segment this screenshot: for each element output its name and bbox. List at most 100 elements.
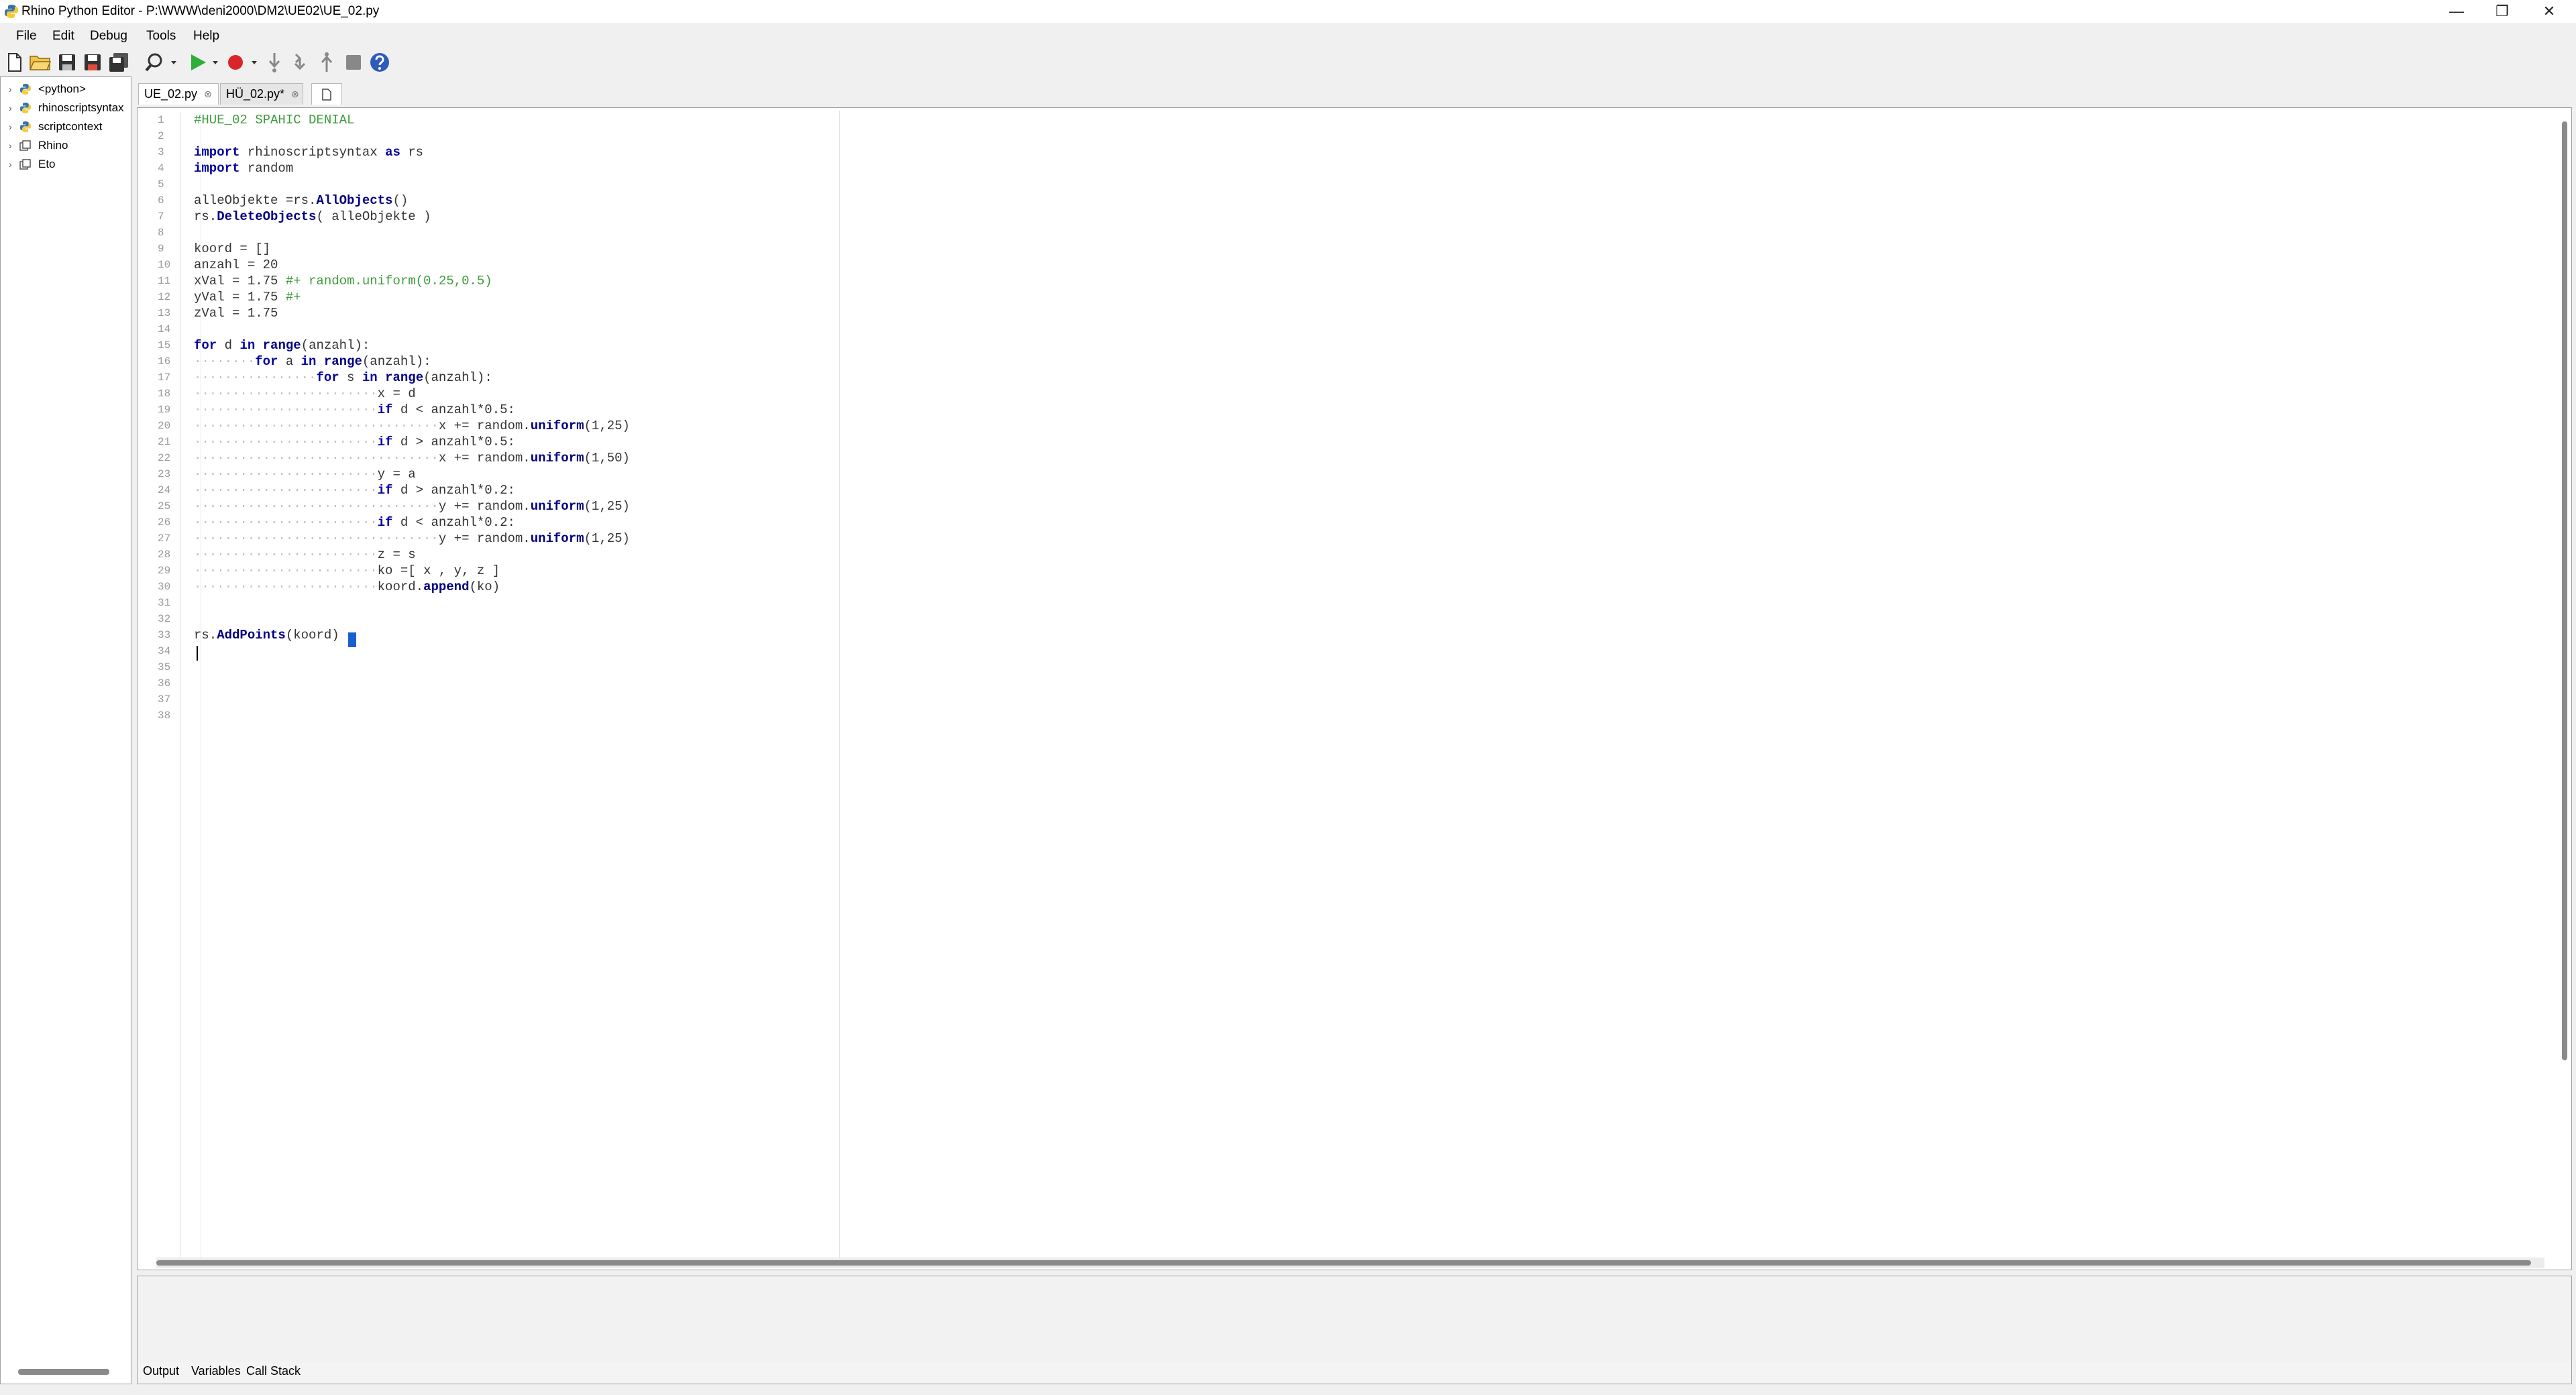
close-tab-icon[interactable]: ⊗ [204,89,212,100]
line-number: 14 [158,323,171,335]
selection-highlight [348,632,356,647]
output-panel: Output Variables Call Stack [137,1276,2572,1384]
new-tab-button[interactable] [311,83,342,105]
line-number: 35 [158,661,171,673]
code-line[interactable]: import rhinoscriptsyntax as rs [194,144,423,160]
tab-label: UE_02.py [144,87,198,101]
code-line[interactable]: ························if d < anzahl*0.… [194,402,515,418]
code-area[interactable]: #HUE_02 SPAHIC DENIAL import rhinoscripts… [194,112,2206,1259]
new-file-icon[interactable] [4,51,25,74]
line-number: 20 [158,420,171,432]
code-line[interactable]: zVal = 1.75 [194,305,278,321]
chevron-right-icon[interactable]: › [9,121,19,132]
line-number: 9 [158,243,164,255]
code-line[interactable]: yVal = 1.75 #+ [194,289,301,305]
tree-horizontal-scrollbar[interactable] [1,1366,131,1378]
tree-scroll-thumb[interactable] [18,1369,109,1375]
find-icon[interactable] [144,51,178,74]
code-line[interactable]: ························ko =[ x , y, z ] [194,563,500,579]
tree-item-python[interactable]: › <python> [9,81,86,97]
line-number: 37 [158,693,171,706]
chevron-right-icon[interactable]: › [9,84,19,95]
code-line[interactable]: ························if d > anzahl*0.… [194,482,515,498]
vertical-scroll-thumb[interactable] [2562,121,2567,1060]
python-app-icon [4,4,19,19]
code-line[interactable]: for d in range(anzahl): [194,337,370,353]
code-line[interactable]: ································y += ran… [194,531,630,547]
code-line[interactable]: ························koord.append(ko) [194,579,500,595]
title-bar: Rhino Python Editor - P:\WWW\deni2000\DM… [0,0,2576,23]
maximize-button[interactable]: ❐ [2479,0,2525,23]
tab-ue-02[interactable]: UE_02.py ⊗ [138,83,219,105]
editor-vertical-scrollbar[interactable] [2561,121,2569,1255]
menu-help[interactable]: Help [193,28,219,44]
minimize-button[interactable]: — [2434,0,2479,23]
chevron-right-icon[interactable]: › [9,140,19,151]
close-tab-icon[interactable]: ⊗ [291,89,299,100]
tree-item-scriptcontext[interactable]: › scriptcontext [9,119,102,135]
code-line[interactable]: ········for a in range(anzahl): [194,353,431,370]
code-line[interactable]: ································x += ran… [194,418,630,434]
stop-icon[interactable] [342,51,365,74]
run-icon[interactable] [188,51,221,74]
code-line[interactable]: import random [194,160,293,176]
line-number: 26 [158,516,171,528]
line-number: 6 [158,194,164,207]
tree-item-eto[interactable]: › Eto [9,156,56,172]
menu-tools[interactable]: Tools [146,28,176,44]
code-editor[interactable]: 1 2 3 4 5 6 7 8 9 10 11 12 13 14 15 16 17 18 19 20 21 22 23 24 2… [137,107,2572,1270]
chevron-right-icon[interactable]: › [9,103,19,113]
close-window-button[interactable]: ✕ [2526,0,2572,23]
code-line[interactable]: ························y = a [194,466,416,482]
line-number: 22 [158,452,171,464]
line-number: 23 [158,468,171,480]
save-all-icon[interactable] [107,51,130,74]
tab-output[interactable]: Output [143,1363,179,1378]
code-line[interactable]: ························x = d [194,386,416,402]
code-line[interactable]: rs.DeleteObjects( alleObjekte ) [194,209,431,225]
menu-debug[interactable]: Debug [90,28,127,44]
code-line[interactable]: ························if d < anzahl*0.… [194,514,515,531]
menu-file[interactable]: File [16,28,37,44]
record-breakpoint-icon[interactable] [225,51,260,74]
code-line[interactable]: ························z = s [194,547,416,563]
code-line[interactable]: ································x += ran… [194,450,630,466]
code-line[interactable]: ················for s in range(anzahl): [194,370,492,386]
code-line[interactable]: ························if d > anzahl*0.… [194,434,515,450]
tab-call-stack[interactable]: Call Stack [246,1363,301,1378]
help-icon[interactable] [368,51,392,74]
code-line[interactable]: #HUE_02 SPAHIC DENIAL [194,112,354,128]
tab-variables[interactable]: Variables [191,1363,241,1378]
code-line[interactable]: alleObjekte =rs.AllObjects() [194,192,408,209]
step-over-icon[interactable] [290,51,310,74]
line-number: 25 [158,500,171,512]
save-icon[interactable] [56,51,78,74]
tree-item-rhinoscriptsyntax[interactable]: › rhinoscriptsyntax [9,100,124,116]
open-folder-icon[interactable] [28,51,52,74]
tab-hue-02[interactable]: HÜ_02.py* ⊗ [220,83,303,105]
code-line[interactable]: rs.AddPoints(koord) [194,627,339,643]
chevron-right-icon[interactable]: › [9,159,19,170]
code-line[interactable]: anzahl = 20 [194,257,278,273]
code-line[interactable]: xVal = 1.75 #+ random.uniform(0.25,0.5) [194,273,492,289]
step-into-icon[interactable] [264,51,284,74]
new-tab-icon [322,88,331,101]
code-line[interactable]: koord = [] [194,241,270,257]
step-out-icon[interactable] [317,51,337,74]
code-line[interactable]: ································y += ran… [194,498,630,514]
line-number: 29 [158,565,171,577]
line-number: 16 [158,355,171,368]
namespace-icon [19,140,34,152]
line-number: 32 [158,613,171,625]
tree-item-rhino[interactable]: › Rhino [9,137,68,154]
editor-horizontal-scrollbar[interactable] [156,1258,2544,1268]
line-number: 19 [158,404,171,416]
window-title: Rhino Python Editor - P:\WWW\deni2000\DM… [21,4,380,18]
menu-bar: File Edit Debug Tools Help [0,25,2576,46]
line-number: 2 [158,130,164,142]
menu-edit[interactable]: Edit [52,28,74,44]
output-text-area[interactable] [138,1276,2571,1362]
editor-tab-strip: UE_02.py ⊗ HÜ_02.py* ⊗ [137,80,2572,107]
horizontal-scroll-thumb[interactable] [156,1260,2531,1266]
save-as-icon[interactable] [82,51,103,74]
